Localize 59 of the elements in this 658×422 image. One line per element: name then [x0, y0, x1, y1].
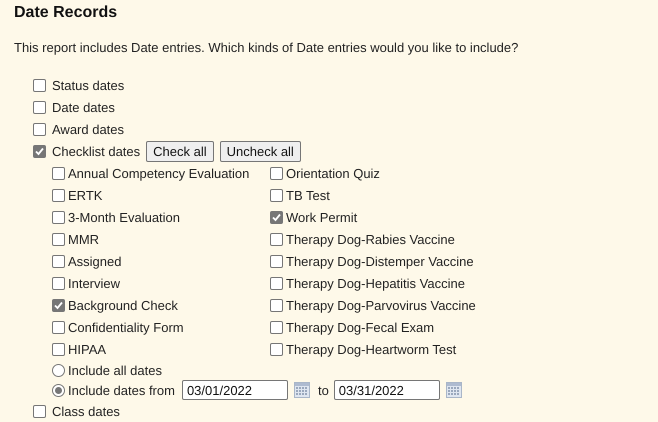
- radio-button[interactable]: [52, 364, 65, 376]
- action-button[interactable]: Check all: [146, 140, 214, 162]
- radio-button[interactable]: [52, 384, 65, 396]
- checkbox[interactable]: [270, 342, 283, 356]
- checkbox-label: HIPAA: [68, 342, 106, 356]
- option-label: Include dates from: [68, 382, 175, 398]
- checkbox[interactable]: [33, 404, 46, 418]
- action-button[interactable]: Uncheck all: [220, 140, 301, 162]
- checkbox-label: Checklist dates: [52, 144, 140, 158]
- checkbox-label: 3-Month Evaluation: [68, 210, 180, 224]
- checkbox[interactable]: [270, 210, 283, 224]
- checkbox[interactable]: [270, 276, 283, 290]
- checkbox[interactable]: [52, 210, 65, 224]
- checkbox-label: Date dates: [52, 100, 115, 114]
- checkbox[interactable]: [270, 254, 283, 268]
- checkbox[interactable]: [33, 122, 46, 136]
- checkbox-label: Confidentiality Form: [68, 320, 184, 334]
- checkbox[interactable]: [33, 144, 46, 158]
- checkbox-label: Status dates: [52, 78, 124, 92]
- checkbox[interactable]: [270, 166, 283, 180]
- section-title: Date Records: [14, 3, 118, 23]
- checkbox[interactable]: [52, 298, 65, 312]
- checkbox-label: Orientation Quiz: [286, 166, 380, 180]
- end-date-field[interactable]: 03/31/2022: [334, 380, 440, 400]
- checkbox[interactable]: [52, 320, 65, 334]
- checkbox[interactable]: [33, 100, 46, 114]
- checkbox-label: Award dates: [52, 122, 124, 136]
- checkbox[interactable]: [52, 188, 65, 202]
- start-date-field[interactable]: 03/01/2022: [182, 380, 288, 400]
- checkbox-label: Work Permit: [286, 210, 358, 224]
- checkbox-label: Therapy Dog-Distemper Vaccine: [286, 254, 474, 268]
- checkbox-label: TB Test: [286, 188, 330, 202]
- calendar-icon[interactable]: [446, 382, 462, 398]
- intro-text: This report includes Date entries. Which kinds of Date entries would you like to include?: [14, 39, 520, 57]
- checkbox-label: Therapy Dog-Fecal Exam: [286, 320, 434, 334]
- checkbox[interactable]: [270, 298, 283, 312]
- separator-label: to: [316, 382, 330, 398]
- checkbox[interactable]: [52, 276, 65, 290]
- checkbox[interactable]: [270, 320, 283, 334]
- checkbox-label: Therapy Dog-Parvovirus Vaccine: [286, 298, 476, 312]
- checkbox-label: Assigned: [68, 254, 122, 268]
- option-label: Include all dates: [68, 362, 162, 378]
- checkbox-label: Interview: [68, 276, 120, 290]
- checkbox-label: Therapy Dog-Hepatitis Vaccine: [286, 276, 465, 290]
- checkbox-label: Background Check: [68, 298, 178, 312]
- checkbox[interactable]: [52, 342, 65, 356]
- checkbox-label: Therapy Dog-Rabies Vaccine: [286, 232, 455, 246]
- checkbox-label: Class dates: [52, 404, 120, 418]
- checkbox-label: ERTK: [68, 188, 102, 202]
- checkbox-label: Annual Competency Evaluation: [68, 166, 250, 180]
- calendar-icon[interactable]: [294, 382, 310, 398]
- checkbox[interactable]: [52, 254, 65, 268]
- checkbox[interactable]: [52, 232, 65, 246]
- checkbox[interactable]: [33, 78, 46, 92]
- checkbox-label: Therapy Dog-Heartworm Test: [286, 342, 456, 356]
- checkbox[interactable]: [270, 188, 283, 202]
- checkbox-label: MMR: [68, 232, 100, 246]
- checkbox[interactable]: [52, 166, 65, 180]
- checkbox[interactable]: [270, 232, 283, 246]
